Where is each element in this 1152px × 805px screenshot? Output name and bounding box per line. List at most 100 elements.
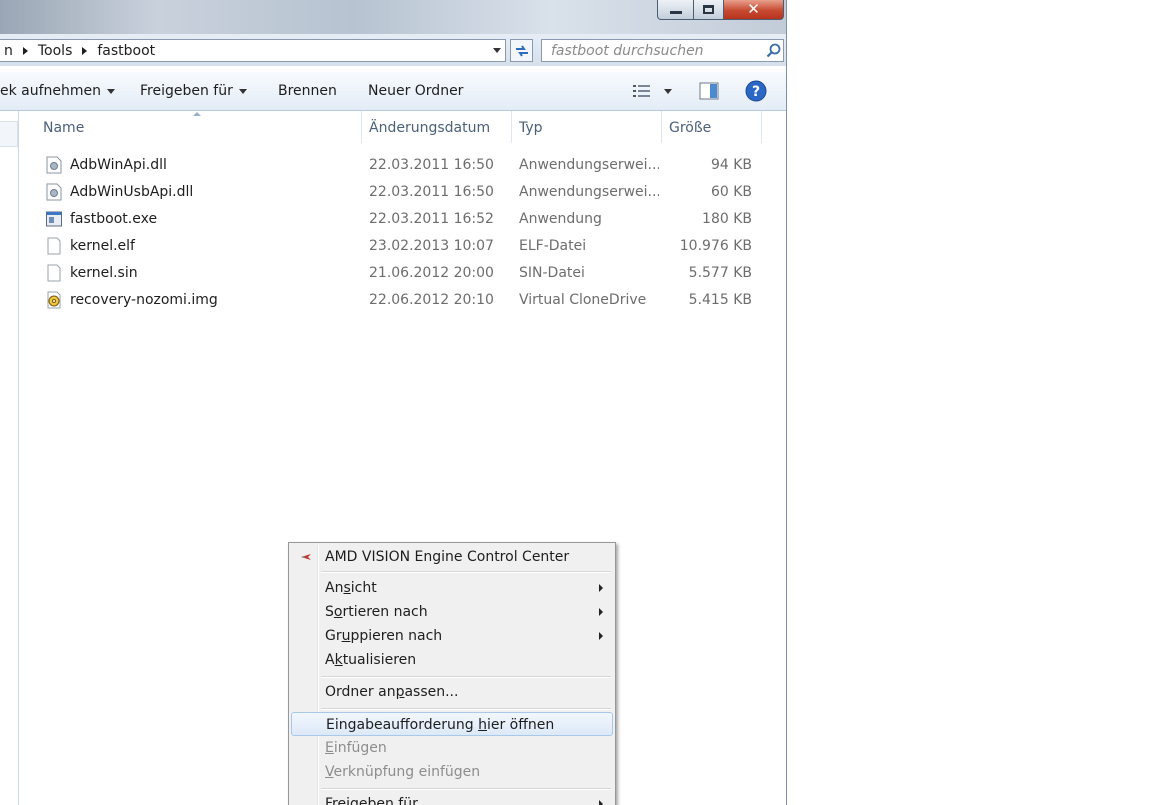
breadcrumb-partial[interactable]: n (0, 43, 17, 59)
file-date: 23.02.2013 10:07 (369, 238, 494, 254)
file-row[interactable]: kernel.sin 21.06.2012 20:00 SIN-Datei 5.… (19, 260, 759, 287)
menu-item-label: Eingabeaufforderung hier öffnen (326, 717, 555, 733)
menu-item-refresh[interactable]: Aktualisieren (291, 648, 613, 672)
file-row[interactable]: AdbWinApi.dll 22.03.2011 16:50 Anwendung… (19, 152, 759, 179)
new-folder-button[interactable]: Neuer Ordner (368, 83, 463, 99)
help-icon: ? (745, 80, 767, 102)
file-name: AdbWinApi.dll (70, 157, 167, 173)
file-name: recovery-nozomi.img (70, 292, 218, 308)
refresh-icon (515, 44, 528, 57)
file-name: AdbWinUsbApi.dll (70, 184, 194, 200)
address-bar[interactable]: n Tools fastboot (0, 39, 506, 62)
menu-item-customize-folder[interactable]: Ordner anpassen... (291, 680, 613, 704)
minimize-icon (669, 11, 682, 14)
menu-item-share-with[interactable]: Freigeben für (291, 792, 613, 805)
chevron-down-icon (107, 88, 116, 94)
breadcrumb-tools[interactable]: Tools (34, 43, 77, 59)
maximize-button[interactable] (694, 0, 724, 20)
column-divider[interactable] (361, 111, 362, 143)
file-size: 180 KB (702, 211, 752, 227)
menu-item-open-command-prompt[interactable]: Eingabeaufforderung hier öffnen (291, 712, 613, 736)
title-bar[interactable]: ✕ (0, 0, 786, 34)
view-details-icon (633, 85, 650, 97)
menu-separator (321, 571, 611, 573)
file-size: 60 KB (710, 184, 752, 200)
menu-item-label: Sortieren nach (325, 604, 428, 620)
search-box[interactable]: fastboot durchsuchen (541, 39, 784, 62)
menu-separator (321, 676, 611, 678)
address-history-dropdown-icon[interactable] (493, 48, 501, 53)
file-name: kernel.elf (70, 238, 135, 254)
file-row[interactable]: recovery-nozomi.img 22.06.2012 20:10 Vir… (19, 287, 759, 314)
breadcrumb-separator-icon[interactable] (22, 46, 28, 55)
menu-item-label: AMD VISION Engine Control Center (325, 549, 570, 565)
help-button[interactable]: ? (745, 80, 767, 102)
column-header-size[interactable]: Größe (669, 120, 711, 136)
maximize-icon (703, 5, 714, 14)
file-size: 5.577 KB (688, 265, 752, 281)
file-type: Anwendungserwei... (519, 184, 659, 200)
exe-icon (46, 211, 62, 227)
column-header-date[interactable]: Änderungsdatum (369, 120, 490, 136)
breadcrumb-separator-icon[interactable] (82, 46, 88, 55)
change-view-button[interactable] (632, 83, 672, 99)
refresh-button[interactable] (510, 39, 533, 62)
menu-item-group-by[interactable]: Gruppieren nach (291, 624, 613, 648)
dll-icon (46, 183, 62, 201)
menu-item-label: Gruppieren nach (325, 628, 443, 644)
context-menu: AMD VISION Engine Control Center Ansicht… (288, 542, 616, 805)
search-button[interactable] (763, 43, 783, 58)
file-row[interactable]: AdbWinUsbApi.dll 22.03.2011 16:50 Anwend… (19, 179, 759, 206)
file-row[interactable]: fastboot.exe 22.03.2011 16:52 Anwendung … (19, 206, 759, 233)
column-divider[interactable] (661, 111, 662, 143)
new-folder-label: Neuer Ordner (368, 83, 464, 99)
include-in-library-label: ek aufnehmen (0, 83, 102, 99)
file-name: fastboot.exe (70, 211, 158, 227)
file-type: ELF-Datei (519, 238, 587, 254)
burn-button[interactable]: Brennen (278, 83, 337, 99)
chevron-down-icon[interactable] (664, 88, 672, 94)
file-type: Anwendungserwei... (519, 157, 659, 173)
file-row[interactable]: kernel.elf 23.02.2013 10:07 ELF-Datei 10… (19, 233, 759, 260)
close-icon: ✕ (747, 0, 760, 18)
column-header-name[interactable]: Name (43, 120, 84, 136)
menu-item-sort-by[interactable]: Sortieren nach (291, 600, 613, 624)
file-date: 22.06.2012 20:10 (369, 292, 494, 308)
file-size: 94 KB (710, 157, 752, 173)
command-bar: ek aufnehmen Freigeben für Brennen Neuer… (0, 72, 786, 111)
column-header-type[interactable]: Typ (519, 120, 543, 136)
file-type: Anwendung (519, 211, 602, 227)
menu-item-amd-vision[interactable]: AMD VISION Engine Control Center (291, 545, 613, 569)
navigation-pane-item[interactable] (0, 121, 18, 147)
amd-icon (301, 554, 311, 560)
menu-item-label: Ansicht (325, 580, 377, 596)
chevron-down-icon (238, 88, 247, 94)
navigation-pane[interactable] (0, 111, 19, 805)
share-with-button[interactable]: Freigeben für (140, 83, 247, 99)
disc-image-icon (47, 291, 61, 309)
minimize-button[interactable] (657, 0, 694, 20)
close-button[interactable]: ✕ (724, 0, 784, 20)
caption-buttons: ✕ (657, 0, 784, 20)
search-input[interactable]: fastboot durchsuchen (542, 43, 763, 59)
column-divider[interactable] (511, 111, 512, 143)
file-date: 21.06.2012 20:00 (369, 265, 494, 281)
menu-item-label: Verknüpfung einfügen (325, 764, 481, 780)
menu-item-paste[interactable]: Einfügen (291, 736, 613, 760)
menu-item-paste-shortcut[interactable]: Verknüpfung einfügen (291, 760, 613, 784)
file-icon (47, 264, 61, 282)
menu-item-label: Einfügen (325, 740, 387, 756)
search-icon (766, 43, 780, 58)
file-date: 22.03.2011 16:50 (369, 184, 494, 200)
file-size: 10.976 KB (679, 238, 752, 254)
menu-item-label: Freigeben für (325, 796, 418, 805)
column-divider[interactable] (761, 111, 762, 143)
include-in-library-button[interactable]: ek aufnehmen (0, 83, 116, 99)
menu-item-label: Aktualisieren (325, 652, 417, 668)
menu-item-view[interactable]: Ansicht (291, 576, 613, 600)
sort-ascending-icon (193, 112, 201, 116)
share-with-label: Freigeben für (140, 83, 233, 99)
preview-pane-button[interactable] (699, 82, 719, 100)
submenu-arrow-icon (599, 584, 603, 592)
breadcrumb-fastboot[interactable]: fastboot (93, 43, 159, 59)
